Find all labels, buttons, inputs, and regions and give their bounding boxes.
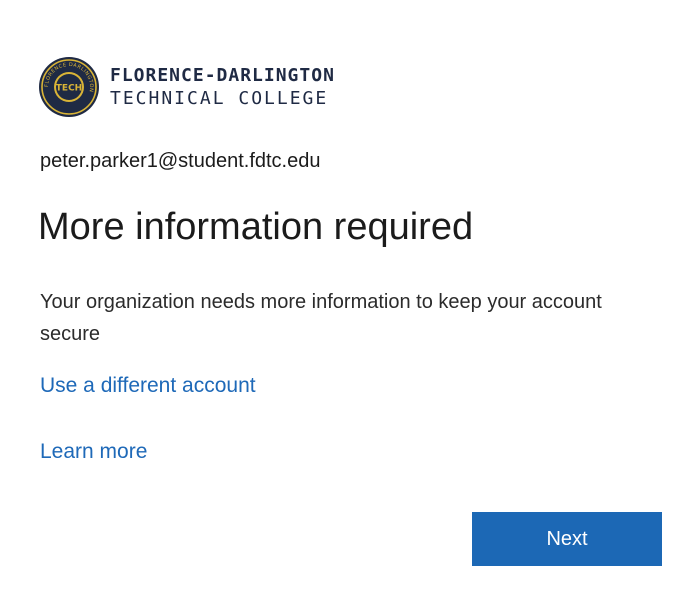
next-button[interactable]: Next: [472, 512, 662, 566]
college-name-line1: FLORENCE-DARLINGTON: [110, 64, 335, 86]
page-description: Your organization needs more information…: [40, 291, 602, 345]
college-wordmark: FLORENCE-DARLINGTON TECHNICAL COLLEGE: [110, 64, 335, 109]
college-name-line2: TECHNICAL COLLEGE: [110, 87, 329, 109]
page-title: More information required: [38, 206, 474, 248]
college-logo: FLORENCE DARLINGTON TECH FLORENCE-DARLIN…: [38, 56, 335, 118]
seal-text: TECH: [56, 84, 82, 94]
learn-more-link[interactable]: Learn more: [40, 440, 147, 464]
use-different-account-link[interactable]: Use a different account: [40, 374, 256, 398]
college-seal-icon: FLORENCE DARLINGTON TECH: [39, 57, 99, 117]
account-email: peter.parker1@student.fdtc.edu: [40, 150, 321, 172]
signin-card: FLORENCE DARLINGTON TECH FLORENCE-DARLIN…: [0, 0, 687, 609]
